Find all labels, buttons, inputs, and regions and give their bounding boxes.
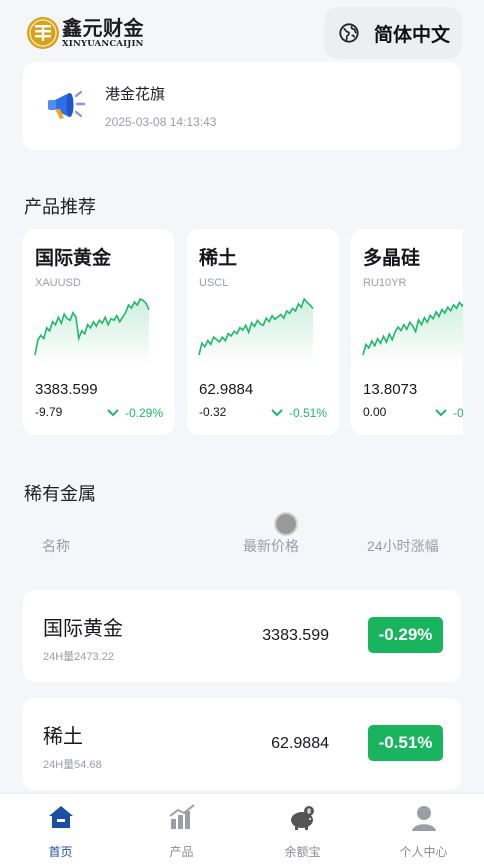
market-row-name: 稀土 xyxy=(43,726,83,748)
chevron-down-icon xyxy=(435,409,447,417)
logo-english-name: XINYUANCAIJIN xyxy=(62,38,144,49)
user-icon xyxy=(409,802,439,837)
product-card[interactable]: 国际黄金 XAUUSD 3383.599 -9.79 -0.29% xyxy=(23,229,175,435)
product-price: 3383.599 xyxy=(35,381,98,398)
brand-logo[interactable]: 鑫元财金 XINYUANCAIJIN xyxy=(26,16,144,50)
megaphone-icon xyxy=(48,90,86,119)
product-card[interactable]: 稀土 USCL 62.9884 -0.32 -0.51% xyxy=(187,229,339,435)
product-change: -9.79 xyxy=(35,405,63,419)
market-row-name: 国际黄金 xyxy=(43,618,123,640)
app-header: 鑫元财金 XINYUANCAIJIN 简体中文 xyxy=(0,0,484,66)
product-change-percent: -0.00% xyxy=(435,406,463,420)
market-row[interactable]: 国际黄金 24H量2473.22 3383.599 -0.29% xyxy=(23,590,461,682)
market-row-price: 3383.599 xyxy=(262,627,329,644)
market-row[interactable]: 稀土 24H量54.68 62.9884 -0.51% xyxy=(23,698,461,790)
logo-chinese-name: 鑫元财金 xyxy=(62,15,144,40)
tab-home[interactable]: 首页 xyxy=(0,794,121,866)
product-change-percent-value: -0.29% xyxy=(125,406,164,420)
tab-yuebao[interactable]: 余额宝 xyxy=(242,794,363,866)
home-icon xyxy=(46,802,76,837)
tab-label: 个人中心 xyxy=(399,845,448,859)
rare-metals-section-title: 稀有金属 xyxy=(24,484,96,504)
chevron-down-icon xyxy=(107,409,119,417)
product-card[interactable]: 多晶硅 RU10YR 13.8073 0.00 -0.00% xyxy=(351,229,463,435)
product-sparkline xyxy=(198,297,314,365)
product-price: 13.8073 xyxy=(363,381,418,398)
product-change: 0.00 xyxy=(363,405,387,419)
product-name: 国际黄金 xyxy=(35,248,112,269)
tab-products[interactable]: 产品 xyxy=(121,794,242,866)
announcement-time: 2025-03-08 14:13:43 xyxy=(105,115,217,129)
tab-label: 余额宝 xyxy=(284,845,321,859)
language-switch-button[interactable]: 简体中文 xyxy=(324,7,462,59)
tab-profile[interactable]: 个人中心 xyxy=(363,794,484,866)
product-carousel[interactable]: 国际黄金 XAUUSD 3383.599 -9.79 -0.29% 稀土 USCL 62.98… xyxy=(23,229,463,437)
column-header-name: 名称 xyxy=(42,538,70,554)
column-header-change: 24小时涨幅 xyxy=(367,538,439,554)
market-row-volume: 24H量54.68 xyxy=(43,759,102,771)
recommend-section-title: 产品推荐 xyxy=(24,197,96,217)
product-sparkline xyxy=(362,301,463,365)
loading-indicator xyxy=(274,512,298,536)
product-code: RU10YR xyxy=(363,277,407,289)
product-change: -0.32 xyxy=(199,405,227,419)
market-row-volume: 24H量2473.22 xyxy=(43,651,114,663)
product-change-percent-value: -0.51% xyxy=(289,406,328,420)
product-change-percent: -0.51% xyxy=(271,406,327,420)
product-code: USCL xyxy=(199,277,229,289)
piggy-bank-icon xyxy=(288,802,318,837)
bottom-tab-bar: 首页 产品 余额宝 个人中心 xyxy=(0,793,484,866)
globe-icon xyxy=(339,23,359,43)
tab-label: 首页 xyxy=(48,845,73,859)
announcement-title: 港金花旗 xyxy=(105,86,166,103)
announcement-banner[interactable]: 港金花旗 2025-03-08 14:13:43 xyxy=(23,62,461,150)
sparkline-area xyxy=(363,302,463,365)
product-sparkline xyxy=(34,297,150,365)
tab-label: 产品 xyxy=(169,845,194,859)
product-price: 62.9884 xyxy=(199,381,254,398)
market-row-change-badge: -0.29% xyxy=(368,617,443,653)
column-header-price: 最新价格 xyxy=(243,538,299,554)
chevron-down-icon xyxy=(271,409,283,417)
market-row-price: 62.9884 xyxy=(271,735,329,752)
product-change-percent: -0.29% xyxy=(107,406,163,420)
product-name: 多晶硅 xyxy=(363,248,421,269)
product-code: XAUUSD xyxy=(35,277,81,289)
chart-icon xyxy=(167,802,197,837)
product-change-percent-value: -0.00% xyxy=(453,406,463,420)
market-row-change-badge: -0.51% xyxy=(368,725,443,761)
product-name: 稀土 xyxy=(199,248,238,269)
logo-coin-icon xyxy=(27,17,59,49)
language-label: 简体中文 xyxy=(374,24,451,46)
